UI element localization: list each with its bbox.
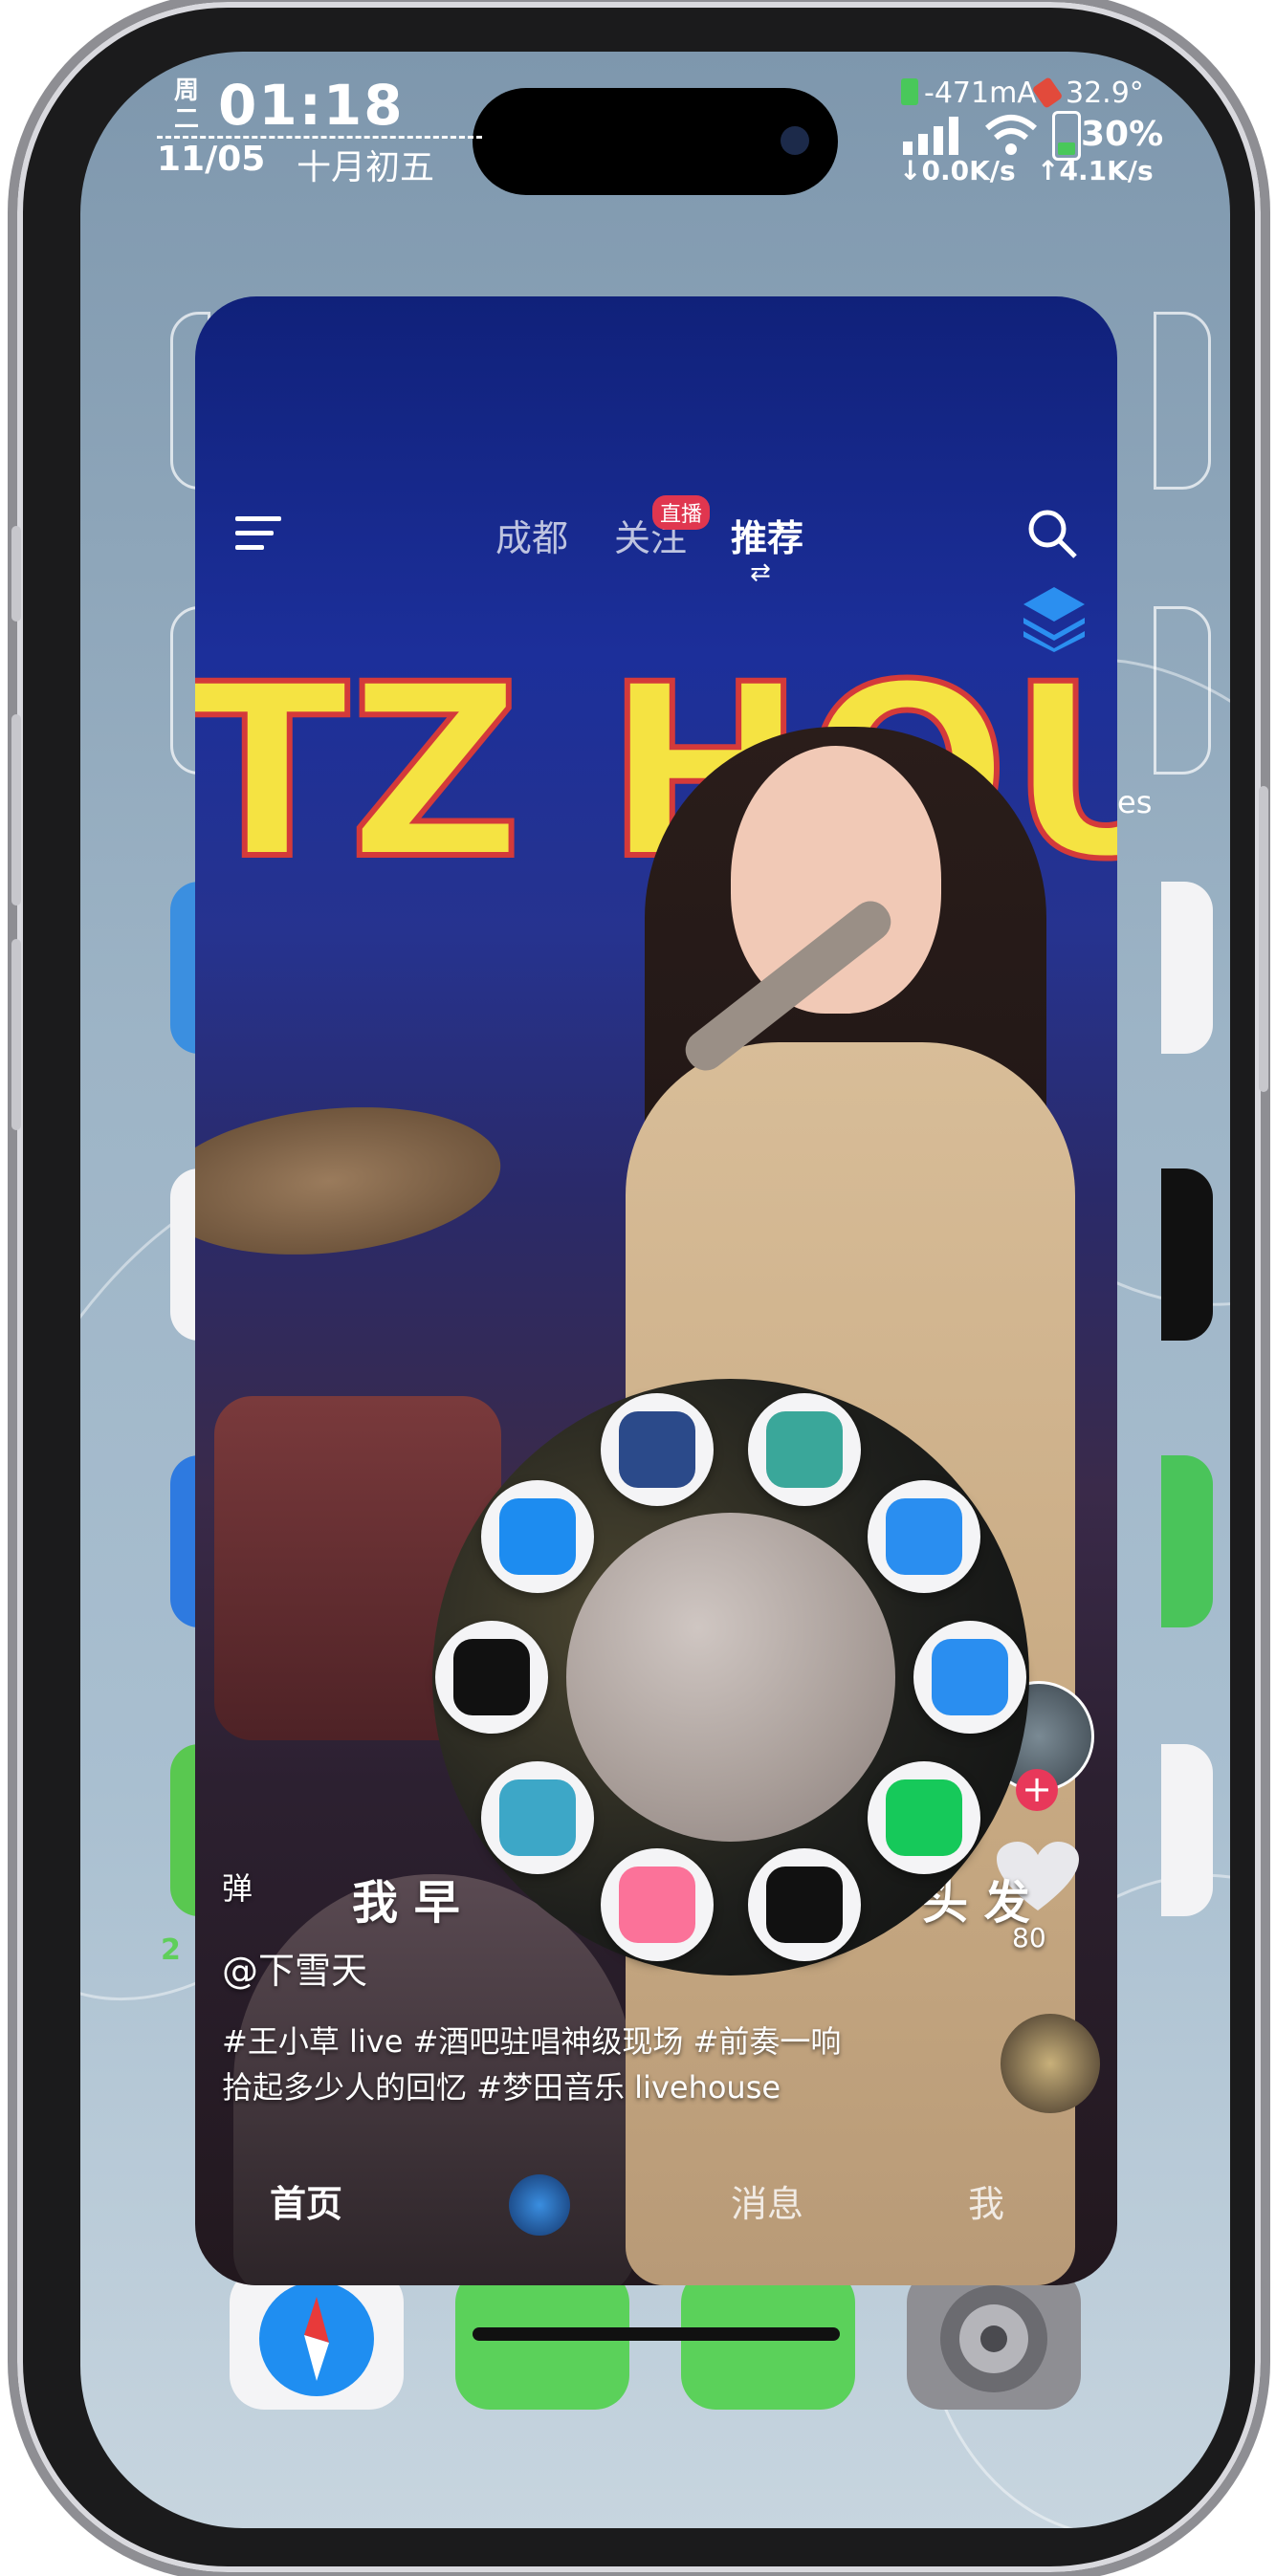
gear-icon [940, 2285, 1047, 2392]
files-icon-glyph [886, 1498, 963, 1576]
overlay-title-left: 我 早 [352, 1876, 460, 1930]
bilibili-icon[interactable] [600, 1847, 714, 1961]
hamburger-icon[interactable] [235, 513, 285, 555]
circle-app-icon-glyph [766, 1411, 844, 1489]
wifi-icon [985, 115, 1037, 155]
settings-dock-icon[interactable] [907, 2268, 1081, 2410]
swap-arrows-icon: ⇄ [750, 558, 771, 587]
phone-frame: es 2 周二 01:18 11/05 十月初五 -471mA 32.9° 30… [11, 2, 1268, 2572]
dynamic-island [473, 88, 838, 195]
video-player-window[interactable]: TZ HOUSE 成都 关注 直播 推荐 ⇄ [195, 296, 1117, 2285]
lunar-date: 十月初五 [297, 148, 435, 187]
search-icon[interactable] [1025, 507, 1079, 560]
widget-outline [1154, 606, 1211, 775]
tiktok-icon[interactable] [435, 1621, 548, 1734]
battery-icon [1052, 111, 1081, 161]
tab-me[interactable]: 我 [968, 2174, 1004, 2227]
description-line-1: #王小草 live #酒吧驻唱神级现场 #前奏一响 [222, 2023, 842, 2060]
home-indicator[interactable] [473, 2327, 840, 2341]
music-disc-icon[interactable] [1001, 2014, 1100, 2113]
description-line-2: 拾起多少人的回忆 #梦田音乐 livehouse [222, 2069, 781, 2106]
follow-plus-icon[interactable]: + [1016, 1769, 1058, 1811]
author-name[interactable]: @下雪天 [222, 1941, 367, 1994]
storage-app-icon[interactable] [480, 1760, 594, 1874]
status-divider [157, 136, 482, 139]
volume-up-button [11, 714, 21, 906]
app-wheel-center[interactable] [566, 1513, 895, 1842]
compass-icon [259, 2281, 374, 2396]
home-app-icon[interactable] [1161, 1744, 1213, 1916]
signal-icon [903, 117, 958, 155]
circle-app-icon[interactable] [748, 1393, 862, 1507]
widget-outline [1154, 312, 1211, 490]
music-note-app-icon-glyph [886, 1779, 963, 1856]
ai-portrait-app-icon-glyph [618, 1411, 695, 1489]
camera-icon [781, 126, 809, 155]
safari-icon-glyph [498, 1498, 576, 1576]
battery-percent: 30% [1081, 115, 1164, 154]
tiktok-icon-glyph [453, 1639, 530, 1715]
layers-icon[interactable] [1020, 583, 1089, 652]
current-reading: -471mA [924, 76, 1037, 110]
live-badge: 直播 [652, 495, 711, 530]
weekday: 周二 [173, 76, 199, 134]
date: 11/05 [157, 140, 266, 179]
tab-recommended[interactable]: 推荐 [731, 509, 803, 561]
temperature-reading: 32.9° [1066, 76, 1144, 110]
ai-portrait-app-icon[interactable] [600, 1393, 714, 1507]
action-button [11, 526, 21, 622]
clock-time: 01:18 [218, 73, 405, 138]
home-app-icon[interactable] [1161, 1168, 1213, 1341]
bilibili-icon-glyph [618, 1866, 695, 1943]
create-button-icon[interactable] [509, 2174, 570, 2236]
power-button [1259, 786, 1268, 1092]
music-note-app-icon[interactable] [868, 1760, 981, 1874]
kugou-icon[interactable] [913, 1621, 1026, 1734]
home-badge-fragment: 2 [161, 1933, 181, 1967]
screen: es 2 周二 01:18 11/05 十月初五 -471mA 32.9° 30… [80, 52, 1230, 2528]
safari-icon[interactable] [480, 1480, 594, 1594]
safari-dock-icon[interactable] [230, 2268, 404, 2410]
upload-speed: ↑4.1K/s [1037, 155, 1154, 186]
apple-icon-glyph [766, 1866, 844, 1943]
volume-down-button [11, 939, 21, 1130]
storage-app-icon-glyph [498, 1779, 576, 1856]
charging-indicator-icon [901, 78, 918, 105]
home-app-icon[interactable] [1161, 1455, 1213, 1627]
files-icon[interactable] [868, 1480, 981, 1594]
battery-fill [1058, 142, 1075, 155]
apple-icon[interactable] [748, 1847, 862, 1961]
tab-home[interactable]: 首页 [270, 2174, 342, 2227]
home-app-label-fragment: es [1117, 784, 1153, 820]
download-speed: ↓0.0K/s [899, 155, 1016, 186]
kugou-icon-glyph [932, 1639, 1008, 1715]
cymbal-image [195, 1091, 508, 1271]
tab-chengdu[interactable]: 成都 [495, 509, 568, 561]
danmaku-toggle[interactable]: 弹 [222, 1865, 253, 1909]
tab-messages[interactable]: 消息 [731, 2174, 803, 2227]
home-app-icon[interactable] [1161, 882, 1213, 1054]
